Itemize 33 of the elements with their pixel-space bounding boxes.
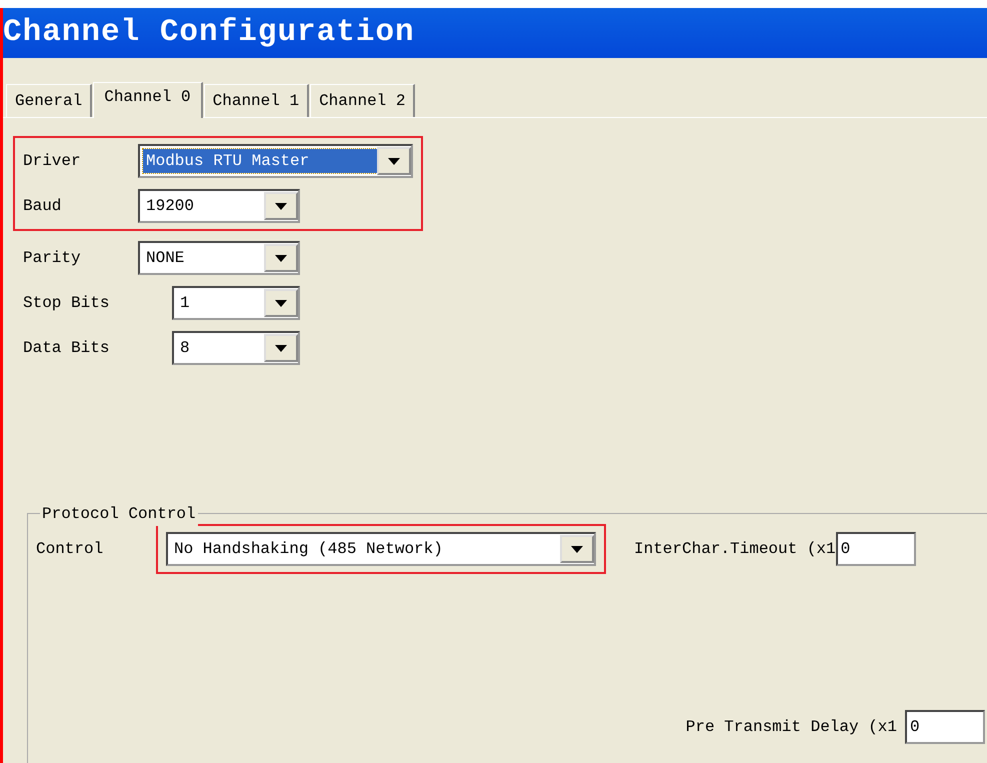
- dropdown-arrow-button[interactable]: [264, 192, 298, 220]
- caret-icon: [275, 254, 287, 262]
- dropdown[interactable]: 8: [172, 331, 300, 365]
- dropdown[interactable]: 1: [172, 286, 300, 320]
- dropdown[interactable]: Modbus RTU Master: [138, 144, 413, 178]
- caret-icon: [275, 202, 287, 210]
- dropdown-arrow-button[interactable]: [560, 535, 594, 563]
- field-label: Pre Transmit Delay (x1: [686, 717, 897, 738]
- tab[interactable]: Channel 1: [204, 84, 310, 117]
- tab[interactable]: Channel 2: [310, 84, 416, 117]
- field-label: Data Bits: [23, 338, 110, 359]
- tab[interactable]: Channel 0: [93, 82, 203, 118]
- dropdown-arrow-button[interactable]: [264, 289, 298, 317]
- dropdown-arrow-button[interactable]: [377, 147, 411, 175]
- dropdown[interactable]: NONE: [138, 241, 300, 275]
- field-label: InterChar.Timeout (x1: [634, 539, 836, 560]
- tab[interactable]: General: [6, 84, 92, 117]
- field-label: Stop Bits: [23, 293, 110, 314]
- field-label: Control: [35, 539, 104, 560]
- caret-icon: [571, 546, 583, 552]
- dropdown-arrow-button[interactable]: [264, 244, 298, 272]
- caret-icon: [388, 158, 400, 164]
- caret-icon: [275, 344, 287, 352]
- dropdown[interactable]: No Handshaking (485 Network): [166, 532, 596, 566]
- dropdown[interactable]: 19200: [138, 189, 300, 223]
- field-label: Parity: [23, 248, 82, 269]
- input-field[interactable]: 0: [836, 532, 916, 566]
- dropdown-arrow-button[interactable]: [264, 334, 298, 362]
- input-field[interactable]: 0: [905, 710, 985, 744]
- window-title: Channel Configuration: [3, 8, 987, 58]
- field-label: Driver: [23, 151, 82, 172]
- field-label: Baud: [23, 196, 62, 217]
- caret-icon: [275, 300, 287, 306]
